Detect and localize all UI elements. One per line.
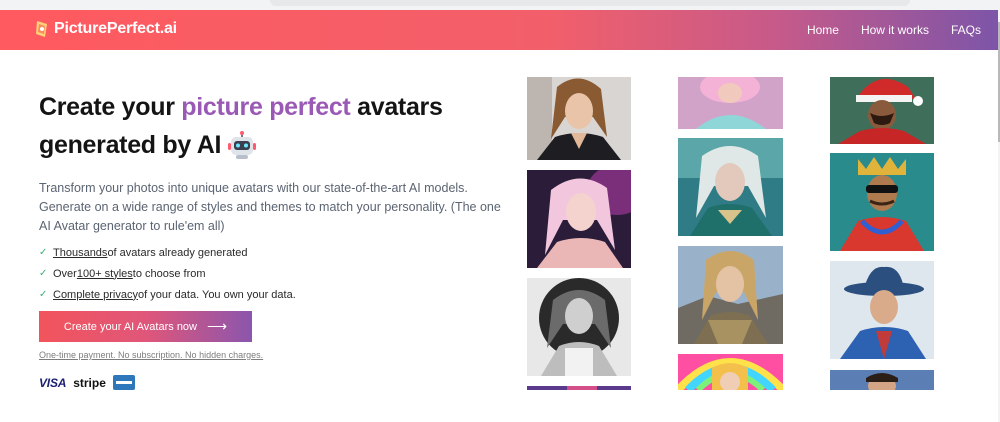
address-bar [270,0,910,6]
avatar-image-king-sunglasses [830,153,934,251]
avatar-image-pink-hair-woman [527,170,631,268]
headline-highlight: picture perfect [181,93,351,121]
headline-part1: Create your [39,93,182,121]
visa-logo: VISA [39,375,67,390]
avatar-image-bw-woman [527,278,631,376]
nav-faqs[interactable]: FAQs [951,23,981,37]
avatar-image-partial-man [830,370,934,390]
feature-text: of your data. You own your data. [137,288,296,301]
feature-item: ✓ Over 100+ styles to choose from [39,263,296,284]
feature-item: ✓ Thousands of avatars already generated [39,242,296,263]
feature-link-privacy[interactable]: Complete privacy [53,289,138,301]
stripe-logo: stripe [73,375,106,390]
site-header: PicturePerfect.ai Home How it works FAQs [0,10,998,50]
avatar-image-business-woman [527,77,631,160]
arrow-right-icon: ⟶ [207,318,228,334]
cta-label: Create your AI Avatars now [63,320,197,333]
check-icon: ✓ [39,268,48,279]
feature-text: of avatars already generated [107,246,248,259]
check-icon: ✓ [39,289,48,300]
avatar-image-rainbow [678,354,783,390]
feature-item: ✓ Complete privacy of your data. You own… [39,284,296,305]
logo-icon [36,21,47,37]
logo[interactable]: PicturePerfect.ai [34,19,177,39]
feature-list: ✓ Thousands of avatars already generated… [39,242,296,305]
nav-how-it-works[interactable]: How it works [861,23,929,37]
feature-link-styles[interactable]: 100+ styles [77,268,133,280]
payment-note: One-time payment. No subscription. No hi… [39,350,264,360]
logo-text: PicturePerfect.ai [54,20,177,37]
avatar-image-cowboy-man [830,261,934,359]
feature-prefix: Over [53,267,77,280]
create-avatars-button[interactable]: Create your AI Avatars now ⟶ [39,311,252,342]
hero-headline: Create your picture perfect avatars gene… [39,88,489,164]
amex-card-icon [112,375,135,390]
robot-icon [228,131,257,160]
avatar-image-pink-fantasy [678,77,783,129]
avatar-image-warrior-woman [678,246,783,344]
browser-chrome [0,0,1000,10]
nav-home[interactable]: Home [807,23,839,37]
avatar-image-elf-queen [678,138,783,236]
avatar-image-partial [527,386,631,390]
hero-description: Transform your photos into unique avatar… [39,181,501,233]
feature-text: to choose from [132,267,206,280]
feature-link-thousands[interactable]: Thousands [53,247,107,259]
avatar-image-santa-man [830,77,934,144]
check-icon: ✓ [39,247,48,258]
payment-logos: VISA stripe [39,375,135,390]
main-nav: Home How it works FAQs [807,10,981,50]
